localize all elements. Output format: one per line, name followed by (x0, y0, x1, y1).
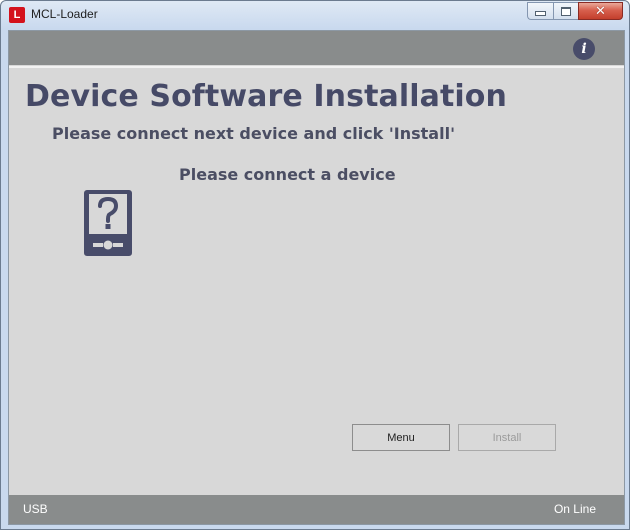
minimize-button[interactable] (527, 2, 553, 20)
window-title: MCL-Loader (31, 7, 98, 21)
client-area: i Device Software Installation Please co… (8, 30, 625, 525)
title-bar[interactable]: L MCL-Loader ✕ (1, 1, 629, 30)
header-divider (9, 66, 624, 68)
info-icon[interactable]: i (573, 38, 595, 60)
device-status-text: Please connect a device (179, 165, 396, 184)
menu-button[interactable]: Menu (352, 424, 450, 451)
window-controls: ✕ (527, 2, 623, 20)
page-title: Device Software Installation (25, 79, 507, 114)
minimize-icon (535, 11, 546, 16)
close-button[interactable]: ✕ (578, 2, 623, 20)
close-icon: ✕ (595, 3, 606, 19)
install-button[interactable]: Install (458, 424, 556, 451)
maximize-icon (561, 6, 571, 16)
app-window: L MCL-Loader ✕ i Device Software Install… (0, 0, 630, 530)
header-bar: i (9, 31, 624, 65)
app-logo-icon[interactable]: L (9, 7, 25, 23)
online-status: On Line (553, 502, 596, 516)
status-bar: USB On Line (9, 495, 624, 524)
unknown-device-icon (84, 190, 132, 256)
connection-type: USB (23, 502, 48, 516)
instruction-text: Please connect next device and click 'In… (52, 124, 455, 143)
maximize-button[interactable] (553, 2, 578, 20)
